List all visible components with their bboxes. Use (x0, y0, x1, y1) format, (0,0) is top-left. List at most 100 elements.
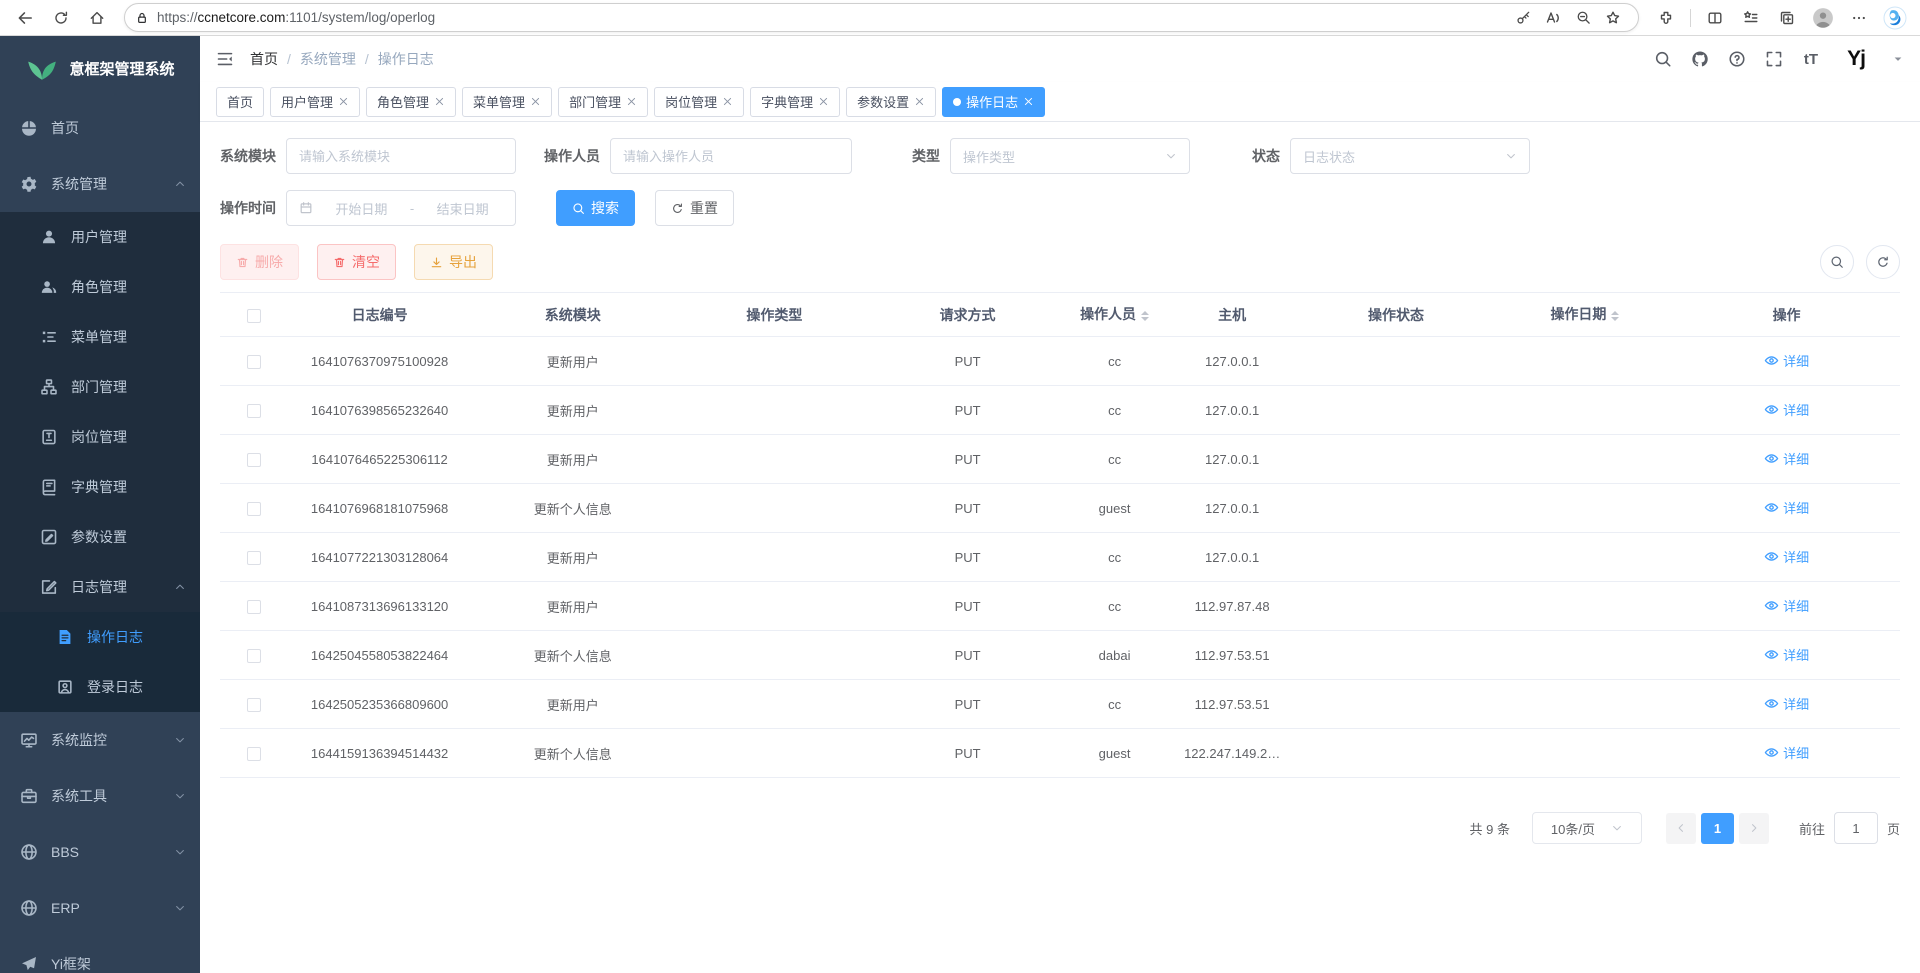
breadcrumb-item-home[interactable]: 首页 (250, 49, 278, 69)
detail-link[interactable]: 详细 (1764, 498, 1809, 517)
tab-close-icon[interactable] (914, 96, 925, 107)
row-checkbox[interactable] (247, 502, 261, 516)
sidebar-item-home[interactable]: 首页 (0, 100, 200, 156)
split-screen-button[interactable] (1698, 3, 1732, 33)
date-range-picker[interactable]: 开始日期 - 结束日期 (286, 190, 516, 226)
detail-link[interactable]: 详细 (1764, 596, 1809, 615)
tab-user-mgmt[interactable]: 用户管理 (270, 87, 360, 117)
fullscreen-icon[interactable] (1765, 50, 1783, 68)
password-key-button[interactable] (1508, 5, 1538, 31)
detail-link[interactable]: 详细 (1764, 694, 1809, 713)
export-button[interactable]: 导出 (414, 244, 493, 280)
tab-close-icon[interactable] (530, 96, 541, 107)
select-all-checkbox[interactable] (247, 309, 261, 323)
page-size-select[interactable]: 10条/页 (1532, 812, 1642, 844)
show-search-button[interactable] (1820, 245, 1854, 279)
profile-button[interactable] (1806, 3, 1840, 33)
search-button[interactable]: 搜索 (556, 190, 635, 226)
detail-link[interactable]: 详细 (1764, 400, 1809, 419)
read-aloud-button[interactable] (1538, 5, 1568, 31)
app-logo[interactable]: 意框架管理系统 (0, 36, 200, 100)
module-input[interactable] (299, 149, 503, 164)
refresh-button[interactable] (44, 3, 78, 33)
row-checkbox[interactable] (247, 698, 261, 712)
detail-link[interactable]: 详细 (1764, 449, 1809, 468)
detail-link[interactable]: 详细 (1764, 547, 1809, 566)
clear-button[interactable]: 清空 (317, 244, 396, 280)
row-checkbox[interactable] (247, 355, 261, 369)
refresh-table-button[interactable] (1866, 245, 1900, 279)
favorite-add-button[interactable] (1598, 5, 1628, 31)
tab-operation-log[interactable]: 操作日志 (942, 87, 1045, 117)
col-date[interactable]: 操作日期 (1497, 293, 1673, 337)
col-operator[interactable]: 操作人员 (1060, 293, 1169, 337)
collections-button[interactable] (1770, 3, 1804, 33)
tab-role-mgmt[interactable]: 角色管理 (366, 87, 456, 117)
sidebar-item-users[interactable]: 用户管理 (0, 212, 200, 262)
row-checkbox[interactable] (247, 600, 261, 614)
next-page-button[interactable] (1739, 813, 1769, 844)
sidebar-item-login-log[interactable]: 登录日志 (0, 662, 200, 712)
sidebar-item-roles[interactable]: 角色管理 (0, 262, 200, 312)
address-bar[interactable]: https://ccnetcore.com:1101/system/log/op… (124, 3, 1639, 32)
tab-close-icon[interactable] (722, 96, 733, 107)
user-menu-caret-icon[interactable] (1892, 53, 1904, 65)
copilot-button[interactable] (1878, 3, 1912, 33)
sort-icon[interactable] (1611, 307, 1619, 325)
type-select[interactable]: 操作类型 (950, 138, 1190, 174)
tab-home[interactable]: 首页 (216, 87, 264, 117)
home-button[interactable] (80, 3, 114, 33)
sidebar-item-bbs[interactable]: BBS (0, 824, 200, 880)
row-checkbox[interactable] (247, 747, 261, 761)
sidebar-item-posts[interactable]: 岗位管理 (0, 412, 200, 462)
status-select[interactable]: 日志状态 (1290, 138, 1530, 174)
breadcrumb-item-system[interactable]: 系统管理 (300, 49, 356, 69)
more-menu-button[interactable] (1842, 3, 1876, 33)
help-icon[interactable] (1728, 50, 1746, 68)
tab-post-mgmt[interactable]: 岗位管理 (654, 87, 744, 117)
sidebar-item-dictionaries[interactable]: 字典管理 (0, 462, 200, 512)
sidebar-item-departments[interactable]: 部门管理 (0, 362, 200, 412)
sidebar-item-tools[interactable]: 系统工具 (0, 768, 200, 824)
github-icon[interactable] (1691, 50, 1709, 68)
reset-button[interactable]: 重置 (655, 190, 734, 226)
row-checkbox[interactable] (247, 649, 261, 663)
sidebar-item-operation-log[interactable]: 操作日志 (0, 612, 200, 662)
current-page[interactable]: 1 (1701, 813, 1734, 844)
back-button[interactable] (8, 3, 42, 33)
delete-button[interactable]: 删除 (220, 244, 299, 280)
sort-icon[interactable] (1141, 307, 1149, 325)
detail-link[interactable]: 详细 (1764, 645, 1809, 664)
sidebar-collapse-button[interactable] (216, 50, 234, 68)
extensions-button[interactable] (1649, 3, 1683, 33)
tab-dict-mgmt[interactable]: 字典管理 (750, 87, 840, 117)
favorites-bar-button[interactable] (1734, 3, 1768, 33)
sidebar-item-system[interactable]: 系统管理 (0, 156, 200, 212)
zoom-out-button[interactable] (1568, 5, 1598, 31)
search-icon[interactable] (1654, 50, 1672, 68)
row-checkbox[interactable] (247, 551, 261, 565)
detail-link[interactable]: 详细 (1764, 743, 1809, 762)
sidebar-item-parameters[interactable]: 参数设置 (0, 512, 200, 562)
tab-dept-mgmt[interactable]: 部门管理 (558, 87, 648, 117)
tab-close-icon[interactable] (434, 96, 445, 107)
tab-param-settings[interactable]: 参数设置 (846, 87, 936, 117)
user-avatar[interactable]: Yj (1839, 44, 1873, 74)
tab-menu-mgmt[interactable]: 菜单管理 (462, 87, 552, 117)
sidebar-item-erp[interactable]: ERP (0, 880, 200, 936)
sidebar-item-monitor[interactable]: 系统监控 (0, 712, 200, 768)
detail-link[interactable]: 详细 (1764, 351, 1809, 370)
sidebar-item-yi-framework[interactable]: Yi框架 (0, 936, 200, 973)
goto-page-input[interactable] (1834, 812, 1878, 844)
tab-close-icon[interactable] (626, 96, 637, 107)
operator-input[interactable] (623, 149, 839, 164)
tab-close-icon[interactable] (818, 96, 829, 107)
row-checkbox[interactable] (247, 453, 261, 467)
tab-close-icon[interactable] (338, 96, 349, 107)
sidebar-item-logs[interactable]: 日志管理 (0, 562, 200, 612)
prev-page-button[interactable] (1666, 813, 1696, 844)
row-checkbox[interactable] (247, 404, 261, 418)
font-size-icon[interactable]: tT (1802, 50, 1820, 68)
sidebar-item-menus[interactable]: 菜单管理 (0, 312, 200, 362)
tab-close-icon[interactable] (1023, 96, 1034, 107)
